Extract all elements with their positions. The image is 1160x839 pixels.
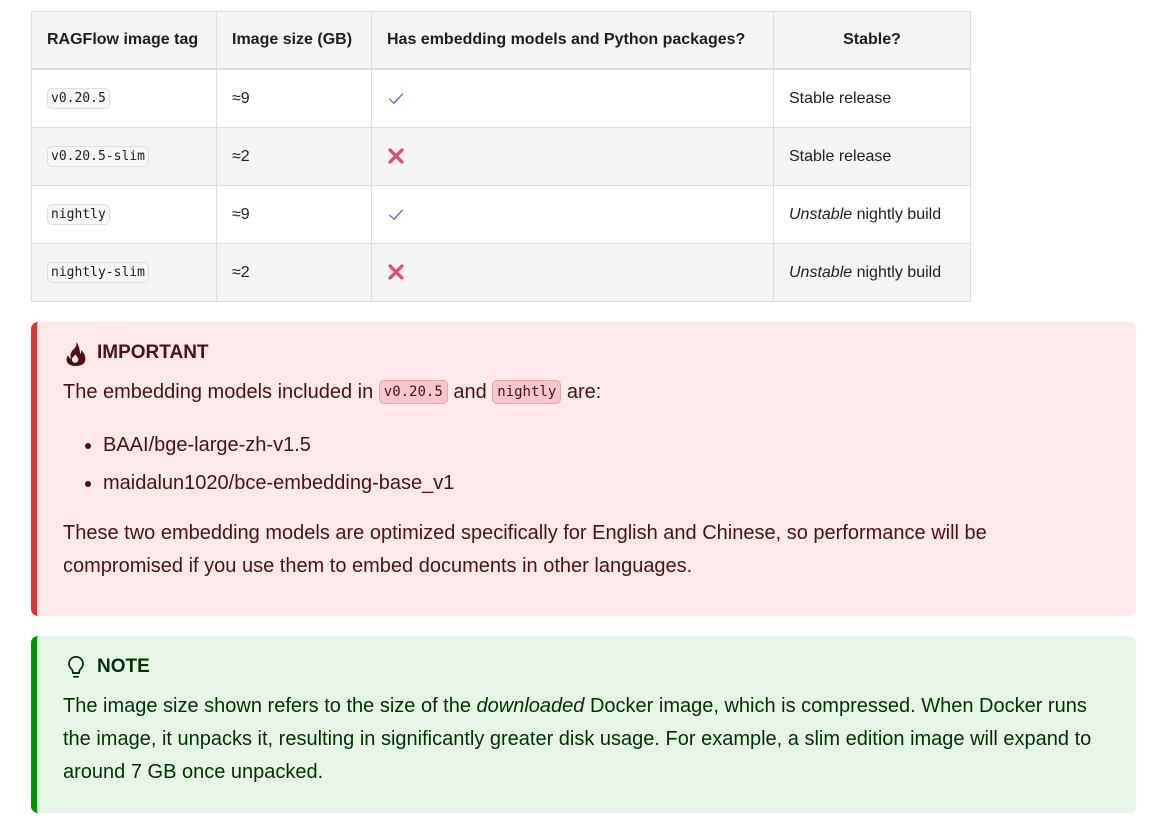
cell-stable: Stable release — [773, 68, 971, 128]
cross-mark-icon — [387, 147, 405, 165]
image-tag-code: v0.20.5-slim — [47, 146, 149, 167]
fire-icon — [63, 340, 89, 366]
cell-stable: Unstable nightly build — [773, 185, 971, 244]
image-tags-table: RAGFlow image tag Image size (GB) Has em… — [31, 11, 971, 302]
important-intro-mid: and — [447, 381, 493, 403]
table-row: v0.20.5 ≈9 Stable release — [31, 68, 971, 128]
important-heading: IMPORTANT — [63, 340, 1112, 366]
cell-image-tag: nightly-slim — [31, 243, 217, 302]
cell-image-size: ≈9 — [216, 68, 372, 128]
stable-text: Stable release — [789, 89, 892, 107]
stable-text: nightly build — [852, 263, 942, 281]
cell-stable: Stable release — [773, 127, 971, 186]
table-row: nightly-slim ≈2 Unstable nightly build — [31, 243, 971, 302]
cell-image-size: ≈9 — [216, 185, 372, 244]
image-tag-code: nightly-slim — [47, 262, 149, 283]
note-text-emphasis: downloaded — [476, 695, 585, 717]
important-intro: The embedding models included in v0.20.5… — [63, 376, 1112, 409]
important-intro-after: are: — [561, 381, 602, 403]
note-body: The image size shown refers to the size … — [63, 690, 1112, 789]
embedding-model-list: BAAI/bge-large-zh-v1.5 maidalun1020/bce-… — [63, 426, 1112, 502]
cell-has-embedding — [371, 185, 774, 244]
note-heading: NOTE — [63, 654, 1112, 680]
header-image-size: Image size (GB) — [216, 11, 372, 70]
image-tag-code: nightly — [47, 204, 110, 225]
note-text-before: The image size shown refers to the size … — [63, 695, 477, 717]
check-mark-icon — [387, 89, 405, 107]
list-item: BAAI/bge-large-zh-v1.5 — [103, 426, 1112, 464]
stable-emphasis: Unstable — [789, 263, 853, 281]
list-item: maidalun1020/bce-embedding-base_v1 — [103, 464, 1112, 502]
table-row: v0.20.5-slim ≈2 Stable release — [31, 127, 971, 186]
image-tag-code: v0.20.5 — [47, 88, 110, 109]
inline-code-nightly: nightly — [492, 380, 562, 404]
inline-code-version: v0.20.5 — [378, 380, 448, 404]
header-stable: Stable? — [773, 11, 971, 70]
cell-image-tag: v0.20.5 — [31, 68, 217, 128]
cell-image-tag: nightly — [31, 185, 217, 244]
table-header-row: RAGFlow image tag Image size (GB) Has em… — [31, 11, 971, 70]
cell-stable: Unstable nightly build — [773, 243, 971, 302]
header-has-embedding: Has embedding models and Python packages… — [371, 11, 774, 70]
important-intro-before: The embedding models included in — [63, 381, 379, 403]
note-admonition: NOTE The image size shown refers to the … — [31, 636, 1136, 813]
important-title: IMPORTANT — [97, 342, 209, 363]
check-mark-icon — [387, 205, 405, 223]
important-admonition: IMPORTANT The embedding models included … — [31, 322, 1136, 616]
cell-has-embedding — [371, 127, 774, 186]
note-title: NOTE — [97, 656, 150, 677]
stable-emphasis: Unstable — [789, 205, 853, 223]
cell-image-size: ≈2 — [216, 127, 372, 186]
header-image-tag: RAGFlow image tag — [31, 11, 217, 70]
cell-image-tag: v0.20.5-slim — [31, 127, 217, 186]
stable-text: Stable release — [789, 147, 892, 165]
stable-text: nightly build — [852, 205, 942, 223]
important-body: These two embedding models are optimized… — [63, 522, 987, 577]
cell-has-embedding — [371, 243, 774, 302]
lightbulb-icon — [63, 654, 89, 680]
cell-has-embedding — [371, 68, 774, 128]
table-row: nightly ≈9 Unstable nightly build — [31, 185, 971, 244]
cross-mark-icon — [387, 263, 405, 281]
table-body: v0.20.5 ≈9 Stable release v0.20.5-slim ≈2 Sta… — [31, 68, 971, 302]
cell-image-size: ≈2 — [216, 243, 372, 302]
